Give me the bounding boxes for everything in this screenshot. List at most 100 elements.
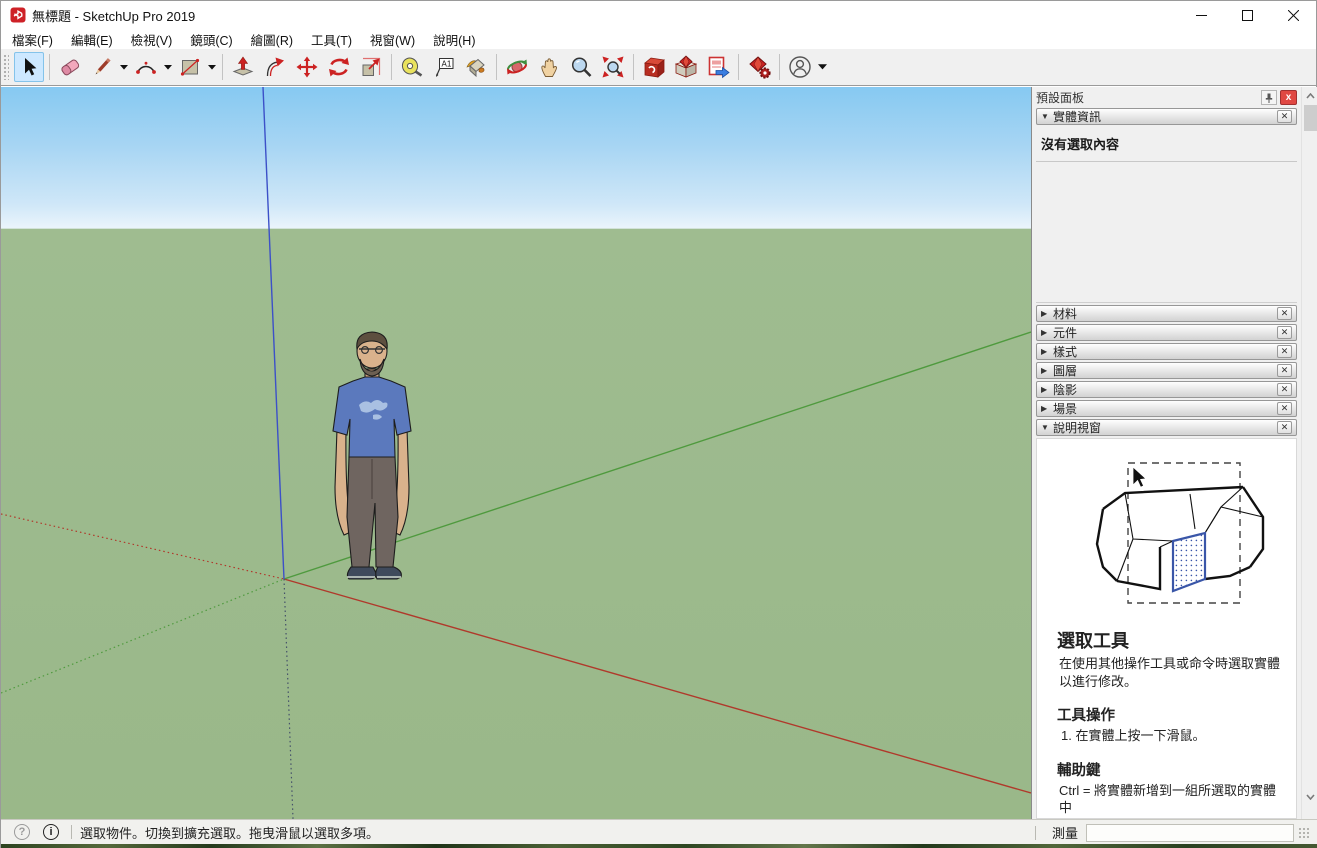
- instructor-illustration: [1045, 449, 1295, 617]
- menu-edit[interactable]: 編輯(E): [62, 28, 122, 51]
- select-cursor-icon: [17, 55, 41, 79]
- arc-tool-button[interactable]: [131, 52, 161, 82]
- layers-panel-header[interactable]: ▶ 圖層 ✕: [1036, 362, 1297, 379]
- scroll-up-icon[interactable]: [1303, 88, 1317, 104]
- menu-camera[interactable]: 鏡頭(C): [181, 28, 241, 51]
- menu-view[interactable]: 檢視(V): [122, 28, 182, 51]
- components-panel-header[interactable]: ▶ 元件 ✕: [1036, 324, 1297, 341]
- line-tool-dropdown[interactable]: [118, 52, 130, 82]
- shadows-panel-header[interactable]: ▶ 陰影 ✕: [1036, 381, 1297, 398]
- tape-measure-tool-button[interactable]: [397, 52, 427, 82]
- entity-info-empty-message: 沒有選取內容: [1036, 127, 1297, 162]
- extension-manager-button[interactable]: [744, 52, 774, 82]
- entity-info-header[interactable]: ▼ 實體資訊 ✕: [1036, 108, 1297, 125]
- tray-content: ▼ 實體資訊 ✕ 沒有選取內容 ▶ 材料 ✕ ▶ 元件 ✕: [1036, 108, 1297, 819]
- measurement-area: 測量: [1023, 820, 1310, 845]
- pin-icon[interactable]: [1261, 90, 1277, 105]
- select-tool-button[interactable]: [14, 52, 44, 82]
- tray-close-icon[interactable]: x: [1280, 90, 1297, 105]
- measurement-input[interactable]: [1086, 824, 1294, 842]
- close-button[interactable]: [1270, 1, 1316, 29]
- drawing-axes: [1, 87, 1031, 819]
- line-tool-button[interactable]: [87, 52, 117, 82]
- cursor-icon: [1133, 467, 1146, 487]
- tray-scrollbar[interactable]: [1301, 87, 1317, 819]
- resize-grip-icon[interactable]: [1298, 827, 1310, 839]
- rotate-tool-button[interactable]: [324, 52, 354, 82]
- scale-tool-button[interactable]: [356, 52, 386, 82]
- send-to-layout-button[interactable]: [703, 52, 733, 82]
- instructor-panel-header[interactable]: ▼ 說明視窗 ✕: [1036, 419, 1297, 436]
- materials-panel-header[interactable]: ▶ 材料 ✕: [1036, 305, 1297, 322]
- 3d-warehouse-icon: [641, 54, 667, 80]
- toolbar: A1: [1, 49, 1316, 86]
- menu-draw[interactable]: 繪圖(R): [242, 28, 302, 51]
- push-pull-icon: [231, 55, 255, 79]
- entity-info-close-icon[interactable]: ✕: [1277, 110, 1292, 123]
- styles-panel-header[interactable]: ▶ 樣式 ✕: [1036, 343, 1297, 360]
- pan-tool-button[interactable]: [534, 52, 564, 82]
- push-pull-tool-button[interactable]: [228, 52, 258, 82]
- expand-triangle-icon: ▶: [1041, 309, 1053, 318]
- geolocation-icon[interactable]: ?: [14, 824, 30, 840]
- menu-window[interactable]: 視窗(W): [361, 28, 424, 51]
- 3d-warehouse-button[interactable]: [639, 52, 669, 82]
- menubar: 檔案(F) 編輯(E) 檢視(V) 鏡頭(C) 繪圖(R) 工具(T) 視窗(W…: [1, 29, 1316, 49]
- scrollbar-thumb[interactable]: [1304, 105, 1317, 131]
- instructor-modifier-ctrl: Ctrl = 將實體新增到一組所選取的實體中: [1059, 782, 1284, 817]
- collapse-triangle-icon: ▼: [1041, 112, 1053, 121]
- pencil-icon: [90, 55, 114, 79]
- expand-triangle-icon: ▶: [1041, 366, 1053, 375]
- layers-close-icon[interactable]: ✕: [1277, 364, 1292, 377]
- default-panel-tray: 預設面板 x ▼ 實體資訊 ✕ 沒有選取內容 ▶: [1031, 87, 1317, 819]
- scenes-panel-header[interactable]: ▶ 場景 ✕: [1036, 400, 1297, 417]
- instructor-steps-heading: 工具操作: [1057, 704, 1288, 725]
- info-icon[interactable]: i: [43, 824, 59, 840]
- menu-file[interactable]: 檔案(F): [3, 28, 62, 51]
- move-icon: [295, 55, 319, 79]
- pan-hand-icon: [537, 55, 561, 79]
- model-viewport[interactable]: [1, 87, 1031, 819]
- rotate-icon: [327, 55, 351, 79]
- materials-close-icon[interactable]: ✕: [1277, 307, 1292, 320]
- text-tool-button[interactable]: A1: [429, 52, 459, 82]
- styles-close-icon[interactable]: ✕: [1277, 345, 1292, 358]
- zoom-extents-button[interactable]: [598, 52, 628, 82]
- collapse-triangle-icon: ▼: [1041, 423, 1053, 432]
- paint-bucket-tool-button[interactable]: [461, 52, 491, 82]
- instructor-close-icon[interactable]: ✕: [1277, 421, 1292, 434]
- rectangle-tool-button[interactable]: [175, 52, 205, 82]
- menu-tools[interactable]: 工具(T): [302, 28, 361, 51]
- scale-figure: [333, 332, 411, 579]
- scroll-down-icon[interactable]: [1303, 789, 1317, 805]
- expand-triangle-icon: ▶: [1041, 328, 1053, 337]
- maximize-button[interactable]: [1224, 1, 1270, 29]
- sign-in-button[interactable]: [785, 52, 815, 82]
- orbit-tool-button[interactable]: [502, 52, 532, 82]
- follow-me-tool-button[interactable]: [260, 52, 290, 82]
- move-tool-button[interactable]: [292, 52, 322, 82]
- minimize-button[interactable]: [1178, 1, 1224, 29]
- send-to-layout-icon: [705, 54, 731, 80]
- eraser-tool-button[interactable]: [55, 52, 85, 82]
- arc-tool-dropdown[interactable]: [162, 52, 174, 82]
- menu-help[interactable]: 說明(H): [424, 28, 484, 51]
- toolbar-drag-handle[interactable]: [3, 54, 9, 80]
- text-label-icon: A1: [432, 55, 456, 79]
- rectangle-icon: [178, 55, 202, 79]
- components-close-icon[interactable]: ✕: [1277, 326, 1292, 339]
- shadows-close-icon[interactable]: ✕: [1277, 383, 1292, 396]
- rectangle-tool-dropdown[interactable]: [206, 52, 218, 82]
- sign-in-dropdown[interactable]: [816, 52, 828, 82]
- zoom-tool-button[interactable]: [566, 52, 596, 82]
- sketchup-window: 無標題 - SketchUp Pro 2019 檔案(F) 編輯(E) 檢視(V…: [0, 0, 1317, 848]
- instructor-step: 1. 在實體上按一下滑鼠。: [1061, 727, 1284, 745]
- extension-manager-icon: [746, 54, 772, 80]
- scenes-close-icon[interactable]: ✕: [1277, 402, 1292, 415]
- extension-warehouse-button[interactable]: [671, 52, 701, 82]
- tray-title: 預設面板: [1036, 89, 1261, 106]
- follow-me-icon: [263, 55, 287, 79]
- instructor-panel: 選取工具 在使用其他操作工具或命令時選取實體以進行修改。 工具操作 1. 在實體…: [1036, 438, 1297, 819]
- orbit-icon: [505, 55, 529, 79]
- arc-icon: [134, 55, 158, 79]
